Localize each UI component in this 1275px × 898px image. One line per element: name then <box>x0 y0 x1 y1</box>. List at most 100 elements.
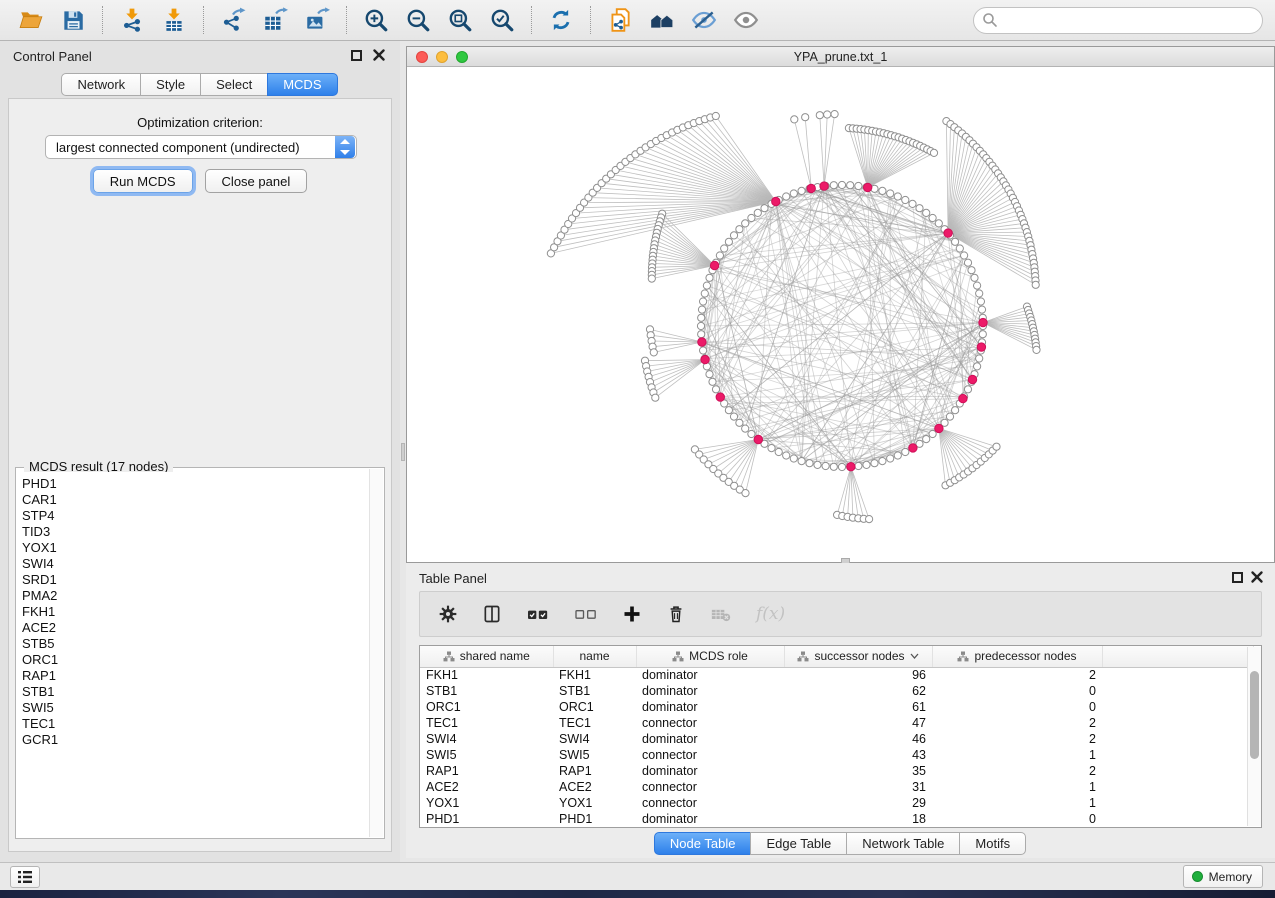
search-input[interactable] <box>973 7 1263 34</box>
column-header-predecessor-nodes[interactable]: predecessor nodes <box>932 646 1102 667</box>
open-session-button[interactable] <box>12 4 50 36</box>
mcds-result-item[interactable]: STB1 <box>22 684 369 700</box>
table-cell: STB1 <box>553 683 636 699</box>
table-cell: PHD1 <box>553 811 636 827</box>
column-header-successor-nodes[interactable]: successor nodes <box>784 646 932 667</box>
run-mcds-button[interactable]: Run MCDS <box>93 169 193 193</box>
unselect-all-columns-button[interactable] <box>574 604 598 624</box>
mcds-result-item[interactable]: STP4 <box>22 508 369 524</box>
column-header-MCDS-role[interactable]: MCDS role <box>636 646 784 667</box>
zoom-selected-icon <box>489 7 515 33</box>
column-header-name[interactable]: name <box>553 646 636 667</box>
column-header-label: shared name <box>460 649 530 663</box>
mcds-result-item[interactable]: TEC1 <box>22 716 369 732</box>
new-network-from-selection-button[interactable] <box>601 4 639 36</box>
zoom-in-button[interactable] <box>357 4 395 36</box>
table-scrollbar-thumb[interactable] <box>1250 671 1259 759</box>
mcds-result-item[interactable]: GCR1 <box>22 732 369 748</box>
select-all-columns-button[interactable] <box>526 604 550 624</box>
mcds-result-item[interactable]: SWI5 <box>22 700 369 716</box>
delete-table-icon <box>710 604 732 624</box>
select-stepper-icon <box>335 136 355 158</box>
tab-network[interactable]: Network <box>61 73 141 96</box>
mcds-result-item[interactable]: SWI4 <box>22 556 369 572</box>
refresh-button[interactable] <box>542 4 580 36</box>
close-panel-button[interactable]: Close panel <box>205 169 308 193</box>
import-network-icon <box>119 7 145 33</box>
mcds-result-item[interactable]: ORC1 <box>22 652 369 668</box>
import-table-button[interactable] <box>155 4 193 36</box>
tab-edge-table[interactable]: Edge Table <box>750 832 847 855</box>
network-window-titlebar[interactable]: YPA_prune.txt_1 <box>407 47 1274 67</box>
table-row[interactable]: STB1STB1dominator620 <box>420 683 1253 699</box>
float-panel-button[interactable] <box>1232 572 1243 583</box>
function-builder-button[interactable]: f(x) <box>756 604 785 624</box>
mcds-result-item[interactable]: PHD1 <box>22 476 369 492</box>
delete-columns-button[interactable] <box>666 604 686 624</box>
task-history-button[interactable] <box>10 866 40 888</box>
mcds-result-list[interactable]: PHD1CAR1STP4TID3YOX1SWI4SRD1PMA2FKH1ACE2… <box>17 472 369 837</box>
close-panel-button[interactable] <box>372 48 386 62</box>
optimization-criterion-select[interactable]: largest connected component (undirected) <box>45 135 357 159</box>
export-image-button[interactable] <box>298 4 336 36</box>
control-panel: Control Panel NetworkStyleSelectMCDS Opt… <box>0 41 400 862</box>
tab-motifs[interactable]: Motifs <box>959 832 1026 855</box>
mcds-result-item[interactable]: SRD1 <box>22 572 369 588</box>
hide-selected-button[interactable] <box>685 4 723 36</box>
zoom-selected-button[interactable] <box>483 4 521 36</box>
table-options-button[interactable] <box>438 604 458 624</box>
export-network-button[interactable] <box>214 4 252 36</box>
zoom-fit-button[interactable] <box>441 4 479 36</box>
show-all-button[interactable] <box>727 4 765 36</box>
table-cell: 96 <box>784 667 932 683</box>
table-row[interactable]: TEC1TEC1connector472 <box>420 715 1253 731</box>
table-row[interactable]: RAP1RAP1dominator352 <box>420 763 1253 779</box>
save-session-button[interactable] <box>54 4 92 36</box>
first-neighbors-button[interactable] <box>643 4 681 36</box>
table-cell <box>1102 747 1253 763</box>
delete-table-button[interactable] <box>710 604 732 624</box>
table-cell <box>1102 763 1253 779</box>
mcds-result-item[interactable]: FKH1 <box>22 604 369 620</box>
table-row[interactable]: SWI5SWI5connector431 <box>420 747 1253 763</box>
show-columns-button[interactable] <box>482 604 502 624</box>
gear-icon <box>438 604 458 624</box>
table-row[interactable]: FKH1FKH1dominator962 <box>420 667 1253 683</box>
mcds-result-item[interactable]: ACE2 <box>22 620 369 636</box>
float-panel-button[interactable] <box>351 50 362 61</box>
table-scrollbar[interactable] <box>1247 647 1261 826</box>
divider-grip-handle[interactable] <box>401 443 405 461</box>
export-image-icon <box>304 7 330 33</box>
table-row[interactable]: YOX1YOX1connector291 <box>420 795 1253 811</box>
open-folder-icon <box>18 7 44 33</box>
zoom-out-button[interactable] <box>399 4 437 36</box>
mcds-result-item[interactable]: RAP1 <box>22 668 369 684</box>
table-row[interactable]: ACE2ACE2connector311 <box>420 779 1253 795</box>
memory-button[interactable]: Memory <box>1183 865 1263 888</box>
close-panel-button[interactable] <box>1250 570 1264 584</box>
table-row[interactable]: ORC1ORC1dominator610 <box>420 699 1253 715</box>
create-column-button[interactable] <box>622 604 642 624</box>
network-canvas[interactable] <box>407 67 1274 562</box>
import-network-button[interactable] <box>113 4 151 36</box>
mcds-result-item[interactable]: TID3 <box>22 524 369 540</box>
tab-node-table[interactable]: Node Table <box>654 832 752 855</box>
tab-style[interactable]: Style <box>140 73 201 96</box>
mcds-result-item[interactable]: PMA2 <box>22 588 369 604</box>
mcds-result-item[interactable]: YOX1 <box>22 540 369 556</box>
table-row[interactable]: PHD1PHD1dominator180 <box>420 811 1253 827</box>
column-header-shared-name[interactable]: shared name <box>420 646 553 667</box>
mcds-result-item[interactable]: CAR1 <box>22 492 369 508</box>
eye-slash-icon <box>691 7 717 33</box>
duplicate-network-icon <box>607 7 633 33</box>
mcds-result-item[interactable]: STB5 <box>22 636 369 652</box>
table-panel-header: Table Panel <box>406 563 1275 593</box>
export-table-button[interactable] <box>256 4 294 36</box>
tab-mcds[interactable]: MCDS <box>267 73 337 96</box>
mcds-list-scrollbar[interactable] <box>369 469 383 837</box>
table-cell: connector <box>636 747 784 763</box>
table-cell: FKH1 <box>553 667 636 683</box>
table-row[interactable]: SWI4SWI4dominator462 <box>420 731 1253 747</box>
tab-select[interactable]: Select <box>200 73 268 96</box>
tab-network-table[interactable]: Network Table <box>846 832 960 855</box>
